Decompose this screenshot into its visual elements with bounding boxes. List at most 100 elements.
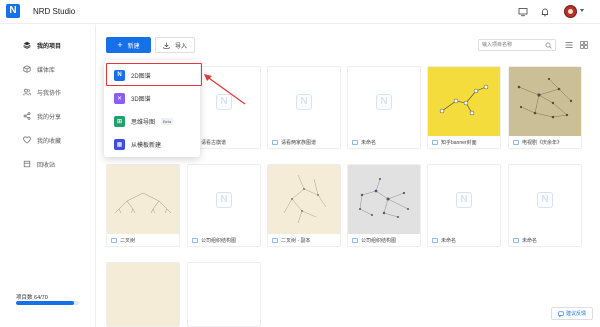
project-thumbnail [188, 263, 260, 326]
menu-item-mind-map[interactable]: ⊞ 思维导图 Beta [104, 111, 200, 131]
download-icon [163, 42, 170, 49]
sidebar-item-recycle-bin[interactable]: 回收站 [23, 158, 55, 170]
project-name: 二叉树 [120, 238, 136, 244]
app-title: NRD Studio [33, 7, 76, 16]
beta-badge: Beta [161, 117, 174, 125]
project-name: 公司组织结构图 [201, 238, 237, 244]
project-card[interactable]: N 未命名 [427, 164, 501, 247]
menu-item-from-template[interactable]: ▦ 从模板新建 [104, 134, 200, 154]
project-thumbnail [268, 165, 340, 234]
sidebar-item-collaborate[interactable]: 与我协作 [23, 86, 61, 98]
users-icon [23, 88, 31, 96]
search-box[interactable] [478, 39, 556, 51]
project-thumbnail [428, 67, 500, 136]
project-card[interactable]: 电视剧《庆余年》 [508, 66, 582, 149]
project-name: 公司组织结构图 [361, 238, 397, 244]
heart-icon [23, 136, 31, 144]
feedback-label: 建议反馈 [565, 311, 586, 317]
project-thumbnail: N [509, 165, 581, 234]
import-button-label: 导入 [174, 43, 187, 50]
menu-item-label: 3D图谱 [131, 96, 151, 103]
project-thumbnail [107, 263, 179, 326]
graph-thumbnail [114, 192, 172, 214]
project-name: 二叉树 - 副本 [281, 238, 311, 244]
template-icon: ▦ [114, 138, 125, 150]
project-name: 请看两家族图谱 [281, 140, 317, 146]
graph-thumbnail [283, 174, 327, 224]
2d-graph-icon [432, 238, 438, 243]
grid-view-icon[interactable] [580, 41, 588, 49]
search-input[interactable] [482, 40, 544, 50]
mind-map-icon: ⊞ [114, 115, 125, 127]
nrd-placeholder-icon: N [376, 93, 392, 110]
avatar-face [568, 9, 573, 14]
2d-graph-icon [513, 140, 519, 145]
2d-graph-icon [272, 140, 278, 145]
share-icon [23, 112, 31, 120]
project-thumbnail [348, 165, 420, 234]
project-thumbnail: N [268, 67, 340, 136]
graph-thumbnail [439, 84, 489, 116]
search-icon[interactable] [545, 42, 552, 49]
2d-graph-icon [111, 238, 117, 243]
sidebar-item-label: 回收站 [37, 162, 56, 169]
3d-graph-icon: ✕ [114, 92, 125, 104]
project-card[interactable]: N 请看两家族图谱 [267, 66, 341, 149]
list-view-icon[interactable] [565, 41, 573, 49]
new-button[interactable]: + 新建 [106, 37, 151, 53]
trash-icon [23, 160, 31, 168]
project-card[interactable] [106, 262, 180, 327]
project-name: 电视剧《庆余年》 [522, 140, 563, 146]
graph-thumbnail [359, 178, 409, 218]
project-name: 知乎banner封面 [441, 140, 477, 146]
nrd-placeholder-icon: N [537, 191, 553, 208]
nrd-placeholder-icon: N [296, 93, 312, 110]
2d-graph-icon [432, 140, 438, 145]
sidebar-item-label: 我的收藏 [37, 138, 62, 145]
project-quota-bar [16, 301, 79, 305]
project-name: 未命名 [361, 140, 377, 146]
project-card[interactable]: 公司组织结构图 [347, 164, 421, 247]
project-name: 未命名 [522, 238, 538, 244]
arrow-annotation [204, 74, 246, 105]
project-thumbnail: N [428, 165, 500, 234]
cube-icon [23, 65, 31, 73]
project-quota-label: 项目数 64/70 [16, 295, 48, 301]
bell-icon[interactable] [540, 7, 550, 17]
sidebar-item-my-projects[interactable]: 我的项目 [23, 39, 61, 51]
project-card[interactable]: 知乎banner封面 [427, 66, 501, 149]
project-thumbnail: N [348, 67, 420, 136]
layers-icon [23, 41, 31, 49]
project-thumbnail [107, 165, 179, 234]
monitor-icon[interactable] [518, 7, 528, 17]
sidebar-item-my-share[interactable]: 我的分享 [23, 110, 61, 122]
project-card[interactable]: 二叉树 [106, 164, 180, 247]
highlight-annotation [106, 63, 202, 86]
project-card[interactable]: 二叉树 - 副本 [267, 164, 341, 247]
project-thumbnail [509, 67, 581, 136]
project-name: 请看古旗谱 [201, 140, 227, 146]
import-button[interactable]: 导入 [155, 37, 195, 53]
chevron-down-icon[interactable] [580, 9, 584, 12]
project-card[interactable]: N 公司组织结构图 [187, 164, 261, 247]
project-card[interactable]: N 未命名 [508, 164, 582, 247]
feedback-button[interactable]: 建议反馈 [551, 307, 593, 320]
project-quota-fill [16, 301, 74, 305]
project-card[interactable]: N 未命名 [347, 66, 421, 149]
project-card[interactable] [187, 262, 261, 327]
2d-graph-icon [272, 238, 278, 243]
sidebar-item-media-library[interactable]: 媒体库 [23, 63, 55, 75]
2d-graph-icon [352, 140, 358, 145]
graph-thumbnail [517, 77, 573, 119]
app-logo[interactable]: N [6, 4, 20, 18]
user-avatar[interactable] [564, 5, 577, 18]
top-header: N NRD Studio [0, 0, 600, 24]
2d-graph-icon [513, 238, 519, 243]
sidebar-item-label: 我的分享 [37, 114, 62, 121]
sidebar-item-favorites[interactable]: 我的收藏 [23, 134, 61, 146]
sidebar-item-label: 我的项目 [37, 43, 62, 50]
menu-item-3d-graph[interactable]: ✕ 3D图谱 [104, 88, 200, 108]
feedback-icon [558, 311, 564, 317]
sidebar: 我的项目 媒体库 与我协作 我的分享 我的收藏 回收站 项目数 64/70 [0, 25, 96, 327]
nrd-placeholder-icon: N [216, 191, 232, 208]
